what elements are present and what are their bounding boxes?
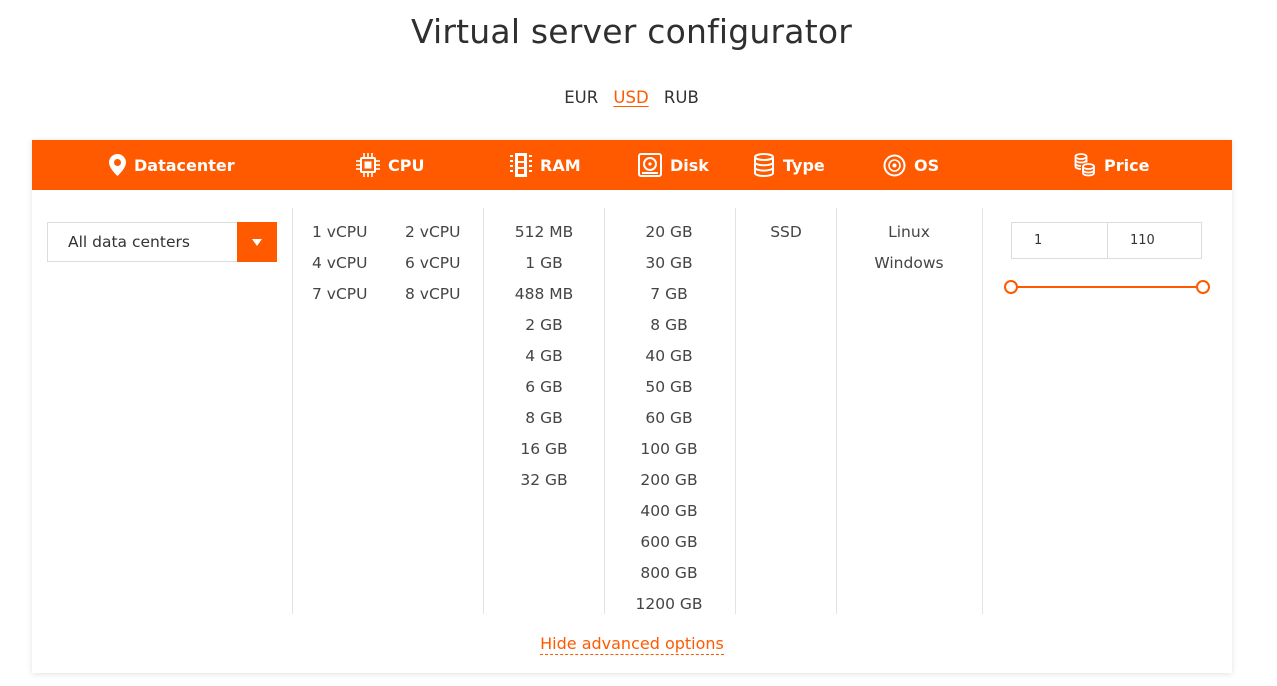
- disk-option[interactable]: 50 GB: [615, 372, 723, 403]
- column-divider: [604, 208, 605, 614]
- ram-module-icon: [510, 153, 532, 177]
- cpu-option-2[interactable]: 2 vCPU: [405, 217, 460, 248]
- header-type: Type: [753, 140, 825, 190]
- os-options: Linux Windows: [847, 217, 971, 279]
- cpu-option-7[interactable]: 7 vCPU: [312, 279, 367, 310]
- currency-switch: EUR USD RUB: [0, 88, 1263, 107]
- price-max-input[interactable]: [1107, 223, 1201, 258]
- column-divider: [292, 208, 293, 614]
- column-divider: [982, 208, 983, 614]
- ram-option[interactable]: 512 MB: [493, 217, 595, 248]
- cpu-option-4[interactable]: 4 vCPU: [312, 248, 367, 279]
- disk-option[interactable]: 1200 GB: [615, 589, 723, 620]
- type-option-ssd[interactable]: SSD: [745, 217, 827, 248]
- header-cpu: CPU: [356, 140, 424, 190]
- advanced-options-row: Hide advanced options: [32, 634, 1232, 655]
- cpu-option-8[interactable]: 8 vCPU: [405, 279, 460, 310]
- column-divider: [735, 208, 736, 614]
- ram-option[interactable]: 32 GB: [493, 465, 595, 496]
- currency-rub[interactable]: RUB: [664, 88, 699, 107]
- header-price-label: Price: [1104, 155, 1150, 175]
- disk-option[interactable]: 20 GB: [615, 217, 723, 248]
- header-ram-label: RAM: [540, 155, 581, 175]
- header-disk-label: Disk: [670, 155, 709, 175]
- ram-option[interactable]: 4 GB: [493, 341, 595, 372]
- header-disk: Disk: [638, 140, 709, 190]
- caret-down-icon: [252, 238, 262, 246]
- os-option-windows[interactable]: Windows: [847, 248, 971, 279]
- header-os: OS: [883, 140, 939, 190]
- price-range-inputs: [1011, 222, 1202, 259]
- disk-option[interactable]: 200 GB: [615, 465, 723, 496]
- ram-option[interactable]: 8 GB: [493, 403, 595, 434]
- price-slider-min-handle[interactable]: [1004, 280, 1018, 294]
- ram-option[interactable]: 2 GB: [493, 310, 595, 341]
- disk-option[interactable]: 800 GB: [615, 558, 723, 589]
- ram-option[interactable]: 6 GB: [493, 372, 595, 403]
- cpu-option-6[interactable]: 6 vCPU: [405, 248, 460, 279]
- page-title: Virtual server configurator: [410, 12, 853, 51]
- column-divider: [836, 208, 837, 614]
- type-options: SSD: [745, 217, 827, 248]
- header-datacenter: Datacenter: [109, 140, 235, 190]
- currency-usd[interactable]: USD: [613, 88, 648, 107]
- hide-advanced-options-link[interactable]: Hide advanced options: [540, 634, 724, 655]
- os-disc-icon: [883, 154, 906, 177]
- ram-options: 512 MB 1 GB 488 MB 2 GB 4 GB 6 GB 8 GB 1…: [493, 217, 595, 496]
- price-min-input[interactable]: [1012, 223, 1107, 258]
- header-price: Price: [1074, 140, 1149, 190]
- price-slider-track[interactable]: [1010, 286, 1204, 288]
- column-divider: [483, 208, 484, 614]
- map-pin-icon: [109, 154, 126, 176]
- disk-option[interactable]: 100 GB: [615, 434, 723, 465]
- datacenter-select[interactable]: All data centers: [47, 222, 277, 262]
- disk-option[interactable]: 8 GB: [615, 310, 723, 341]
- disk-option[interactable]: 30 GB: [615, 248, 723, 279]
- disk-options: 20 GB 30 GB 7 GB 8 GB 40 GB 50 GB 60 GB …: [615, 217, 723, 620]
- disk-option[interactable]: 40 GB: [615, 341, 723, 372]
- header-cpu-label: CPU: [388, 155, 425, 175]
- header-os-label: OS: [914, 155, 940, 175]
- disk-option[interactable]: 400 GB: [615, 496, 723, 527]
- ram-option[interactable]: 488 MB: [493, 279, 595, 310]
- disk-option[interactable]: 600 GB: [615, 527, 723, 558]
- disk-drive-icon: [638, 153, 662, 177]
- header-type-label: Type: [783, 155, 825, 175]
- cpu-chip-icon: [356, 153, 380, 177]
- header-datacenter-label: Datacenter: [134, 155, 235, 175]
- price-slider-max-handle[interactable]: [1196, 280, 1210, 294]
- header-ram: RAM: [510, 140, 581, 190]
- filter-header-bar: Datacenter CPU RAM Disk Type OS Price: [32, 140, 1232, 190]
- cpu-option-1[interactable]: 1 vCPU: [312, 217, 367, 248]
- coins-icon: [1074, 153, 1096, 177]
- os-option-linux[interactable]: Linux: [847, 217, 971, 248]
- ram-option[interactable]: 1 GB: [493, 248, 595, 279]
- currency-eur[interactable]: EUR: [564, 88, 598, 107]
- database-icon: [753, 153, 775, 177]
- disk-option[interactable]: 7 GB: [615, 279, 723, 310]
- datacenter-select-value: All data centers: [68, 233, 190, 251]
- disk-option[interactable]: 60 GB: [615, 403, 723, 434]
- dropdown-toggle-button[interactable]: [237, 222, 277, 262]
- configurator-panel: Datacenter CPU RAM Disk Type OS Price Al…: [32, 140, 1232, 673]
- ram-option[interactable]: 16 GB: [493, 434, 595, 465]
